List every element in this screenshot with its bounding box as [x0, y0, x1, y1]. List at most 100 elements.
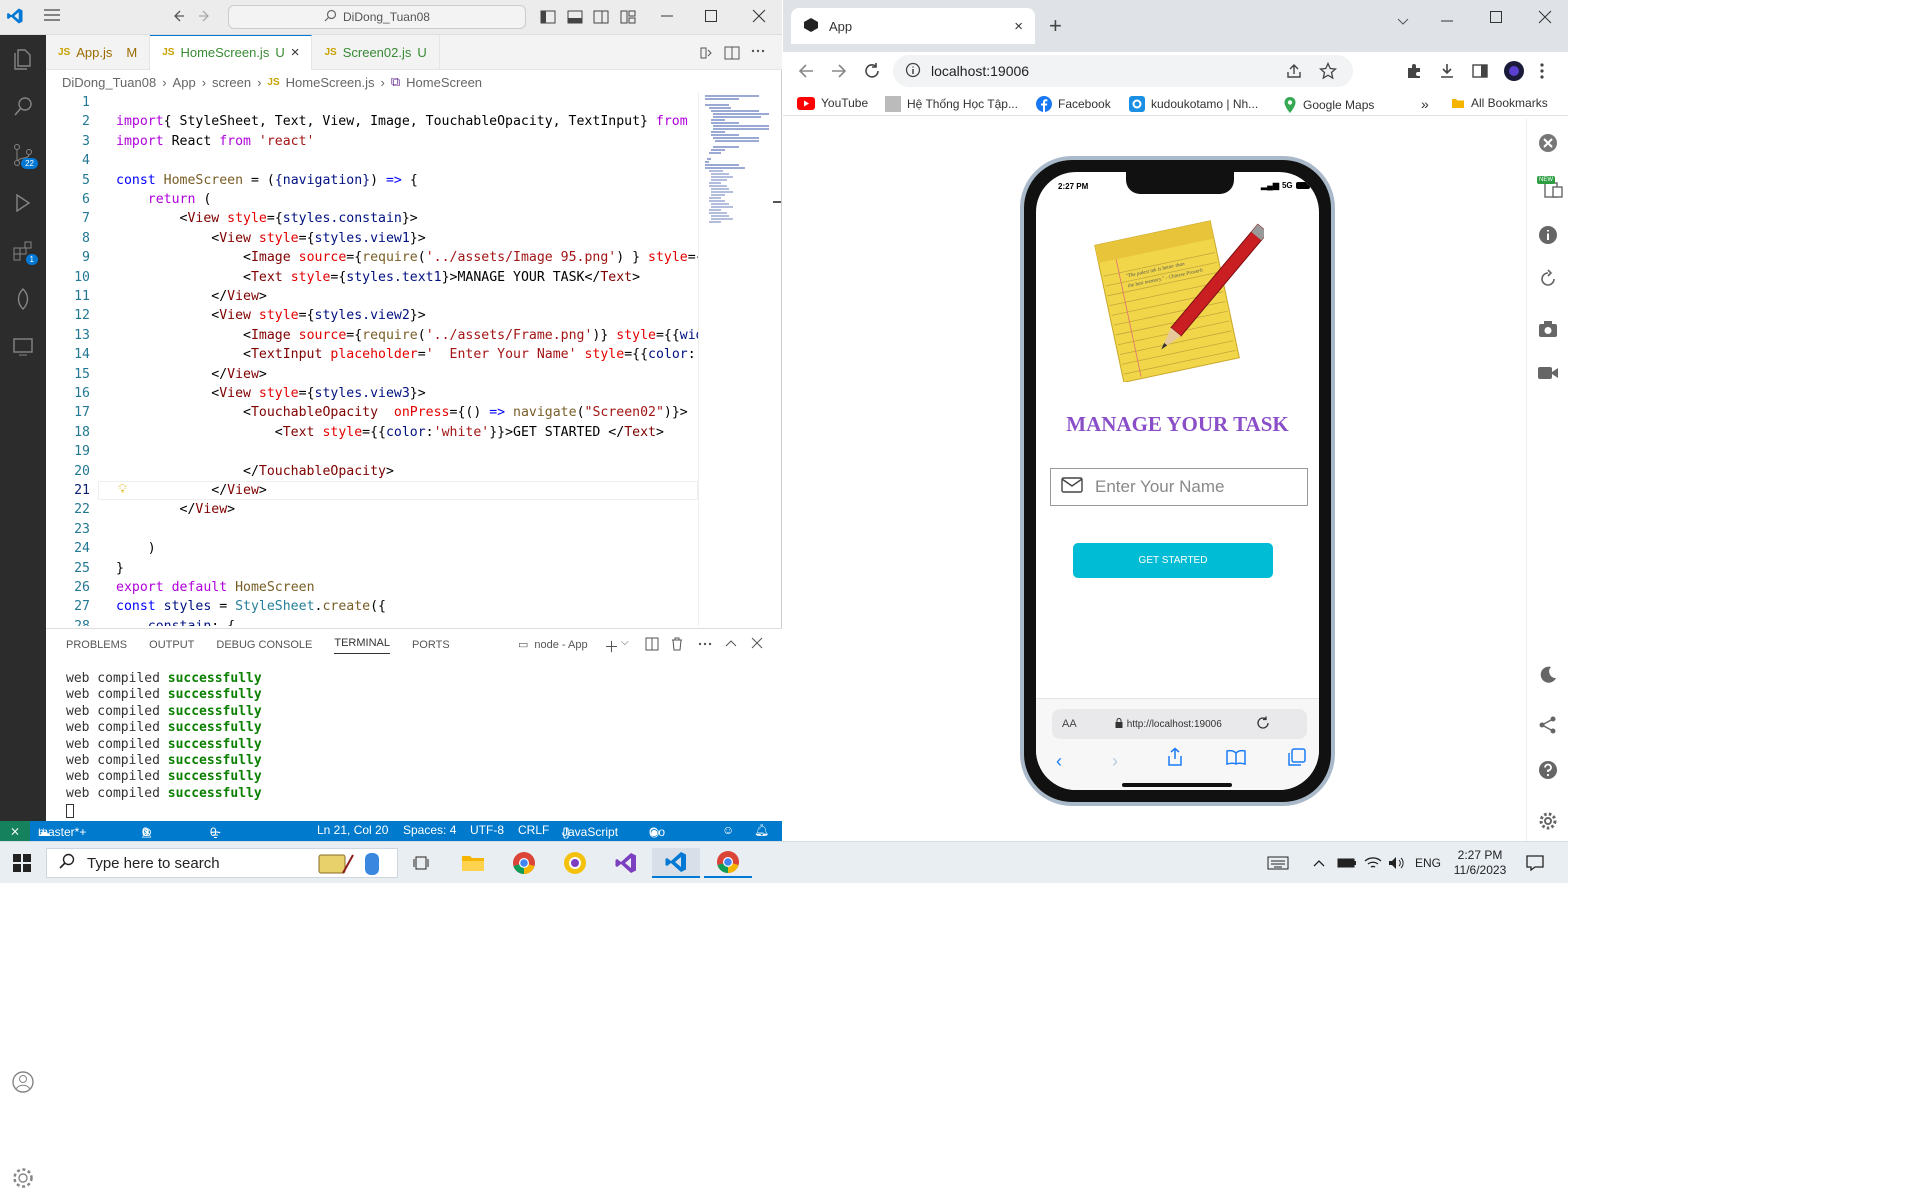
layout-icon[interactable]	[620, 9, 636, 25]
video-icon[interactable]	[1537, 362, 1559, 384]
chrome-taskbar-icon[interactable]	[509, 848, 539, 878]
text-size-button[interactable]: AA	[1062, 718, 1077, 730]
back-arrow-icon[interactable]	[170, 8, 186, 24]
device-icon[interactable]: NEW	[1537, 176, 1565, 198]
chrome-taskbar-icon[interactable]	[704, 848, 752, 878]
question-icon[interactable]	[1537, 759, 1559, 781]
remote-explorer-icon[interactable]	[0, 323, 46, 371]
source-control-icon[interactable]: 22	[0, 131, 46, 179]
toggle-secondary-sidebar-icon[interactable]	[593, 9, 609, 25]
toggle-sidebar-icon[interactable]	[540, 9, 556, 25]
indentation[interactable]: Spaces: 4	[403, 823, 456, 837]
close-icon[interactable]	[1538, 10, 1552, 24]
browser-tab[interactable]: App ×	[791, 8, 1035, 44]
code-editor[interactable]: 1 2 import{ StyleSheet, Text, View, Image,…	[46, 93, 698, 626]
chrome-forward-icon[interactable]	[830, 62, 848, 80]
refresh-icon[interactable]	[1256, 716, 1270, 733]
kebab-icon[interactable]	[1539, 62, 1545, 80]
encoding[interactable]: UTF-8	[470, 823, 504, 837]
bell-icon[interactable]: 🔔︎	[754, 823, 769, 837]
vscode-taskbar-icon[interactable]	[652, 848, 700, 878]
minimize-icon[interactable]	[1440, 14, 1454, 28]
split-icon[interactable]	[724, 45, 740, 61]
line-ending[interactable]: CRLF	[518, 823, 549, 837]
tab-ports[interactable]: PORTS	[412, 639, 450, 651]
chrome-back-icon[interactable]	[797, 62, 815, 80]
account-icon[interactable]	[0, 1058, 46, 1106]
branch-indicator[interactable]: ⑂ master*+ ☁	[38, 823, 86, 839]
new-terminal-icon[interactable]: ＋	[604, 636, 619, 657]
volume-icon[interactable]	[1386, 848, 1408, 878]
moon-icon[interactable]	[1537, 663, 1559, 685]
toggle-panel-icon[interactable]	[567, 9, 583, 25]
close-panel-icon[interactable]	[751, 637, 763, 649]
share-icon[interactable]	[1285, 62, 1303, 80]
more-bookmarks-button[interactable]: »	[1421, 96, 1429, 112]
cursor-position[interactable]: Ln 21, Col 20	[317, 823, 388, 837]
chevron-down-icon[interactable]: ⌵	[621, 637, 629, 648]
safari-forward-icon[interactable]: ›	[1112, 751, 1118, 772]
close-circle-icon[interactable]	[1537, 132, 1559, 154]
profile-icon[interactable]	[1503, 60, 1525, 82]
rotate-icon[interactable]	[1537, 268, 1559, 290]
minimap[interactable]	[698, 93, 782, 626]
breadcrumb-item[interactable]: HomeScreen.js	[286, 75, 375, 90]
maximize-icon[interactable]	[704, 9, 718, 23]
tab-app-js[interactable]: JS App.js M	[46, 34, 151, 70]
trash-icon[interactable]	[670, 637, 684, 651]
download-icon[interactable]	[1438, 62, 1456, 80]
close-tab-icon[interactable]: ×	[1014, 18, 1023, 35]
language-indicator[interactable]: ENG	[1413, 848, 1443, 878]
breadcrumb-item[interactable]: HomeScreen	[406, 75, 482, 90]
all-bookmarks-button[interactable]: All Bookmarks	[1451, 96, 1548, 110]
forward-arrow-icon[interactable]	[197, 8, 213, 24]
address-bar[interactable]: localhost:19006	[893, 55, 1353, 87]
close-tab-icon[interactable]: ×	[291, 44, 300, 61]
visual-studio-icon[interactable]	[611, 848, 641, 878]
safari-back-icon[interactable]: ‹	[1056, 751, 1062, 772]
breadcrumb-item[interactable]: screen	[212, 75, 251, 90]
remote-indicator-icon[interactable]: ⨯	[0, 821, 30, 841]
tab-debug-console[interactable]: DEBUG CONSOLE	[216, 639, 312, 651]
minimize-icon[interactable]	[660, 9, 674, 23]
compare-icon[interactable]	[698, 45, 714, 61]
clock[interactable]: 2:27 PM 11/6/2023	[1448, 845, 1512, 881]
bookmark-kudoukotamo[interactable]: kudoukotamo | Nh...	[1129, 96, 1258, 112]
language-mode[interactable]: {} JavaScript	[562, 823, 618, 839]
safari-bookmarks-icon[interactable]	[1226, 749, 1246, 768]
sidepanel-icon[interactable]	[1471, 62, 1489, 80]
more-icon[interactable]	[750, 43, 766, 59]
safari-address-bar[interactable]: AA http://localhost:19006	[1052, 709, 1307, 739]
bookmark-youtube[interactable]: YouTube	[797, 96, 868, 110]
settings-icon[interactable]	[1537, 810, 1559, 832]
reload-icon[interactable]	[863, 62, 881, 80]
get-started-button[interactable]: GET STARTED	[1073, 543, 1273, 578]
tab-terminal[interactable]: TERMINAL	[334, 637, 390, 654]
tab-screen02-js[interactable]: JS Screen02.js U	[312, 34, 440, 70]
camera-icon[interactable]	[1537, 318, 1559, 340]
menu-icon[interactable]	[44, 8, 60, 22]
tab-output[interactable]: OUTPUT	[149, 639, 194, 651]
wifi-icon[interactable]	[1362, 848, 1384, 878]
gear-icon[interactable]	[0, 1154, 46, 1202]
bookmark-google-maps[interactable]: Google Maps	[1283, 96, 1374, 114]
search-icon[interactable]	[0, 83, 46, 131]
problems-indicator[interactable]: ⊗ 0 △ 0	[142, 823, 152, 839]
battery-icon[interactable]	[1336, 848, 1358, 878]
tab-problems[interactable]: PROBLEMS	[66, 639, 127, 651]
keyboard-icon[interactable]	[1264, 848, 1292, 878]
breadcrumb-item[interactable]: DiDong_Tuan08	[62, 75, 156, 90]
lightbulb-icon[interactable]: 💡︎	[118, 482, 127, 497]
safari-tabs-icon[interactable]	[1288, 748, 1306, 769]
chevron-down-icon[interactable]	[1396, 14, 1410, 28]
taskbar-search[interactable]: Type here to search	[46, 848, 398, 878]
bookmark-facebook[interactable]: Facebook	[1036, 96, 1111, 112]
safari-share-icon[interactable]	[1166, 747, 1184, 770]
terminal-selector[interactable]: ▭ node - App	[518, 638, 588, 652]
maximize-panel-icon[interactable]	[724, 637, 738, 651]
go-live-button[interactable]: ◉ Go Live	[649, 823, 671, 853]
bookmark-he-thong[interactable]: Hệ Thống Học Tập...	[885, 96, 1018, 112]
ports-indicator[interactable]: ᯤ 0	[210, 823, 221, 841]
close-icon[interactable]	[752, 9, 766, 23]
expo-icon[interactable]	[0, 275, 46, 323]
